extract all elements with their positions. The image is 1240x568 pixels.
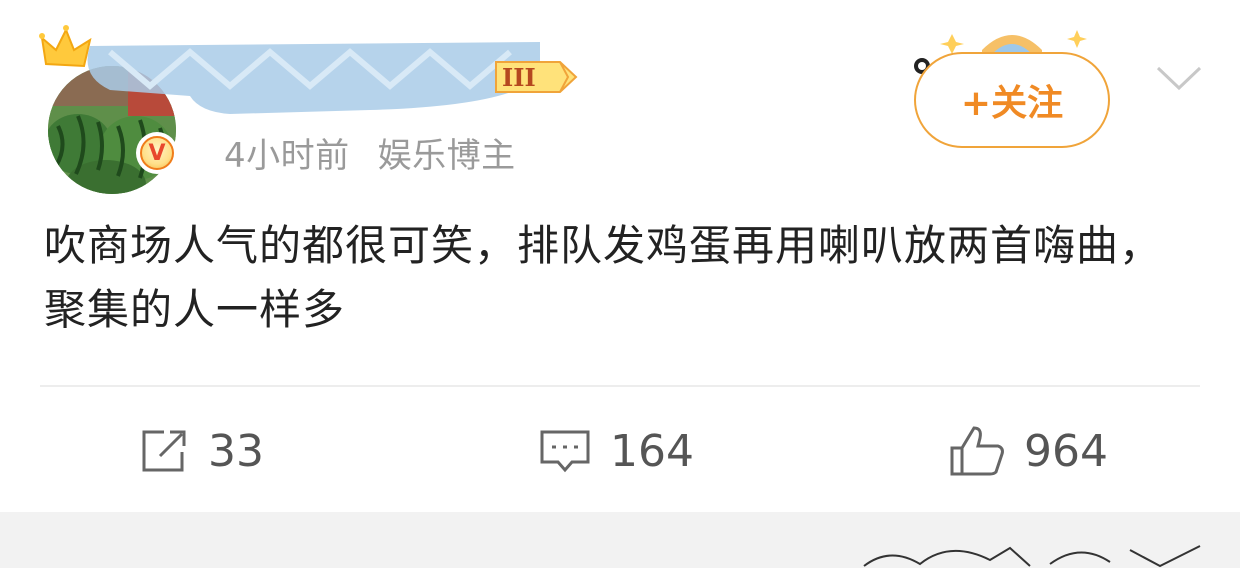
- weibo-post-card: V III 4小时前 娱乐博主 +关注 吹商场人气的都很可笑，排队发鸡蛋再用喇叭放…: [0, 0, 1240, 512]
- follow-label: +关注: [960, 83, 1064, 124]
- follow-button[interactable]: +关注: [914, 52, 1110, 148]
- user-tag: 娱乐博主: [377, 136, 516, 176]
- post-text: 吹商场人气的都很可笑，排队发鸡蛋再用喇叭放两首嗨曲，聚集的人一样多: [44, 221, 1163, 334]
- comment-button[interactable]: 164: [538, 420, 694, 482]
- share-count: 33: [208, 425, 264, 477]
- divider: [40, 385, 1200, 387]
- next-post-image-fragment: [863, 545, 1201, 568]
- post-time: 4小时前: [224, 136, 350, 176]
- like-icon: [950, 426, 1004, 476]
- level-badge-icon: III: [495, 61, 578, 93]
- like-count: 964: [1024, 425, 1108, 477]
- username-obscured[interactable]: [70, 36, 540, 116]
- share-icon: [142, 430, 186, 472]
- chevron-down-icon[interactable]: [1152, 58, 1206, 96]
- post-meta: 4小时前 娱乐博主: [224, 128, 544, 177]
- comment-icon: [540, 430, 590, 473]
- like-button[interactable]: 964: [948, 420, 1108, 482]
- comment-count: 164: [610, 425, 694, 477]
- share-button[interactable]: 33: [138, 420, 264, 482]
- verified-v-icon: V: [136, 132, 178, 174]
- level-label: III: [502, 63, 536, 92]
